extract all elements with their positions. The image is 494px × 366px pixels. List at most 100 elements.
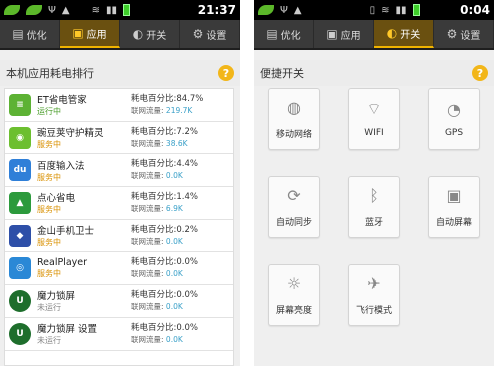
power-value: 1.4% bbox=[176, 191, 198, 202]
app-status: 服务中 bbox=[37, 172, 61, 182]
app-name: 点心省电 bbox=[37, 193, 76, 205]
toggle-mobile-network[interactable]: ◍ 移动网络 bbox=[268, 88, 320, 150]
list-item[interactable]: du 百度输入法 服务中 耗电百分比:4.4% 联网流量: 0.0K bbox=[5, 154, 233, 188]
help-icon[interactable]: ? bbox=[472, 65, 488, 81]
net-value: 219.7K bbox=[165, 105, 193, 115]
status-bar: Ψ ▲ ≋ ▮▮ 21:37 bbox=[0, 0, 240, 20]
baidu-input-icon: du bbox=[9, 159, 31, 182]
tab-label: 应用 bbox=[340, 30, 361, 42]
net-label: 联网流量: bbox=[131, 269, 164, 279]
toggle-label: 飞行模式 bbox=[355, 305, 392, 316]
tab-label: 优化 bbox=[26, 30, 47, 42]
list-item[interactable]: ▲ 点心省电 服务中 耗电百分比:1.4% 联网流量: 6.9K bbox=[5, 187, 233, 220]
optimize-icon: ▤ bbox=[12, 27, 24, 41]
app-name: 魔力锁屏 设置 bbox=[37, 324, 98, 336]
app-list[interactable]: ≡ ET省电管家 运行中 耗电百分比:84.7% 联网流量: 219.7K ◉ 豌豆… bbox=[4, 88, 234, 366]
help-icon[interactable]: ? bbox=[218, 65, 234, 81]
list-item[interactable]: U 魔力锁屏 设置 未运行 耗电百分比:0.0% 联网流量: 0.0K bbox=[5, 318, 233, 351]
app-status: 运行中 bbox=[37, 107, 61, 117]
net-value: 6.9K bbox=[165, 203, 183, 213]
net-label: 联网流量: bbox=[131, 334, 164, 344]
power-value: 84.7% bbox=[176, 93, 204, 104]
left-phone-screen: Ψ ▲ ≋ ▮▮ 21:37 ▤ 优化 ▣ 应用 ◐ 开关 ⚙ 设置 本机应用耗… bbox=[0, 0, 240, 366]
section-title: 便捷开关 bbox=[260, 67, 304, 80]
realplayer-icon: ◎ bbox=[9, 257, 31, 280]
tab-settings[interactable]: ⚙ 设置 bbox=[434, 20, 494, 48]
power-value: 0.0% bbox=[176, 322, 198, 333]
tab-optimize[interactable]: ▤ 优化 bbox=[0, 20, 60, 48]
app-status: 服务中 bbox=[37, 269, 61, 279]
toggle-wifi[interactable]: ⌔ WIFI bbox=[348, 88, 400, 150]
app-name: 豌豆荚守护精灵 bbox=[37, 128, 104, 140]
tab-apps[interactable]: ▣ 应用 bbox=[60, 20, 120, 48]
app-name: 金山手机卫士 bbox=[37, 226, 95, 238]
app-status: 未运行 bbox=[37, 303, 61, 313]
power-label: 耗电百分比: bbox=[131, 322, 177, 333]
toggle-gps[interactable]: ◔ GPS bbox=[428, 88, 480, 150]
apps-icon: ▣ bbox=[72, 26, 84, 40]
tab-label: 设置 bbox=[460, 30, 481, 42]
power-value: 4.4% bbox=[176, 159, 198, 170]
power-value: 0.0% bbox=[176, 289, 198, 300]
tab-apps[interactable]: ▣ 应用 bbox=[314, 20, 374, 48]
app-status: 未运行 bbox=[37, 336, 61, 346]
usb-icon: Ψ bbox=[280, 4, 288, 16]
toggle-label: WIFI bbox=[364, 128, 384, 138]
net-label: 联网流量: bbox=[131, 203, 164, 213]
kingsoft-security-icon: ◆ bbox=[9, 224, 31, 247]
tab-label: 优化 bbox=[280, 30, 301, 42]
power-value: 7.2% bbox=[176, 126, 198, 137]
list-item[interactable]: U 魔力锁屏 未运行 耗电百分比:0.0% 联网流量: 0.0K bbox=[5, 285, 233, 318]
app-leaf-icon bbox=[258, 5, 274, 15]
power-label: 耗电百分比: bbox=[131, 93, 177, 104]
app-name: RealPlayer bbox=[37, 257, 88, 269]
airplane-icon: ✈ bbox=[367, 274, 381, 293]
screen-rotate-icon: ▣ bbox=[446, 186, 462, 205]
app-leaf-icon bbox=[4, 5, 20, 15]
toggle-label: GPS bbox=[444, 128, 464, 138]
net-value: 0.0K bbox=[165, 301, 183, 311]
app-status: 服务中 bbox=[37, 205, 61, 215]
bluetooth-icon: ᛒ bbox=[369, 186, 379, 205]
screenshot-pair: Ψ ▲ ≋ ▮▮ 21:37 ▤ 优化 ▣ 应用 ◐ 开关 ⚙ 设置 本机应用耗… bbox=[0, 0, 494, 366]
tab-settings[interactable]: ⚙ 设置 bbox=[180, 20, 240, 48]
tab-optimize[interactable]: ▤ 优化 bbox=[254, 20, 314, 48]
toggle-auto-rotate[interactable]: ▣ 自动屏幕 bbox=[428, 176, 480, 238]
section-title: 本机应用耗电排行 bbox=[6, 67, 94, 80]
toggle-airplane-mode[interactable]: ✈ 飞行模式 bbox=[348, 264, 400, 326]
tab-switches[interactable]: ◐ 开关 bbox=[120, 20, 180, 48]
section-header: 便捷开关 ? bbox=[254, 60, 494, 86]
brightness-icon: ☼ bbox=[286, 274, 302, 293]
section-header: 本机应用耗电排行 ? bbox=[0, 60, 240, 86]
net-label: 联网流量: bbox=[131, 138, 164, 148]
toggle-auto-sync[interactable]: ⟳ 自动同步 bbox=[268, 176, 320, 238]
switch-icon: ◐ bbox=[386, 26, 398, 40]
cell-signal-icon: ▮▮ bbox=[395, 4, 407, 16]
tab-label: 设置 bbox=[206, 30, 227, 42]
power-value: 0.0% bbox=[176, 257, 198, 268]
list-item[interactable]: ◆ 金山手机卫士 服务中 耗电百分比:0.2% 联网流量: 0.0K bbox=[5, 220, 233, 253]
toggle-label: 自动屏幕 bbox=[435, 217, 472, 228]
battery-icon bbox=[122, 4, 130, 16]
app-name: 百度输入法 bbox=[37, 160, 85, 172]
app-status: 服务中 bbox=[37, 140, 61, 150]
wifi-signal-icon: ≋ bbox=[91, 4, 100, 16]
status-bar: Ψ ▲ ▯ ≋ ▮▮ 0:04 bbox=[254, 0, 494, 20]
list-item[interactable]: ◉ 豌豆荚守护精灵 服务中 耗电百分比:7.2% 联网流量: 38.6K bbox=[5, 122, 233, 155]
toggle-label: 移动网络 bbox=[275, 129, 312, 140]
toggle-brightness[interactable]: ☼ 屏幕亮度 bbox=[268, 264, 320, 326]
toggle-bluetooth[interactable]: ᛒ 蓝牙 bbox=[348, 176, 400, 238]
clock: 0:04 bbox=[460, 3, 490, 17]
list-item[interactable]: ◎ RealPlayer 服务中 耗电百分比:0.0% 联网流量: 0.0K bbox=[5, 252, 233, 286]
list-item[interactable]: ≡ ET省电管家 运行中 耗电百分比:84.7% 联网流量: 219.7K bbox=[5, 89, 233, 122]
net-value: 0.0K bbox=[165, 236, 183, 246]
switch-icon: ◐ bbox=[132, 27, 144, 41]
power-label: 耗电百分比: bbox=[131, 224, 177, 235]
tab-switches[interactable]: ◐ 开关 bbox=[374, 20, 434, 48]
app-leaf-icon bbox=[26, 5, 42, 15]
battery-icon bbox=[412, 4, 420, 16]
usb-icon: Ψ bbox=[48, 4, 56, 16]
power-value: 0.2% bbox=[176, 224, 198, 235]
wifi-icon: ⌔ bbox=[366, 99, 382, 118]
net-label: 联网流量: bbox=[131, 236, 164, 246]
